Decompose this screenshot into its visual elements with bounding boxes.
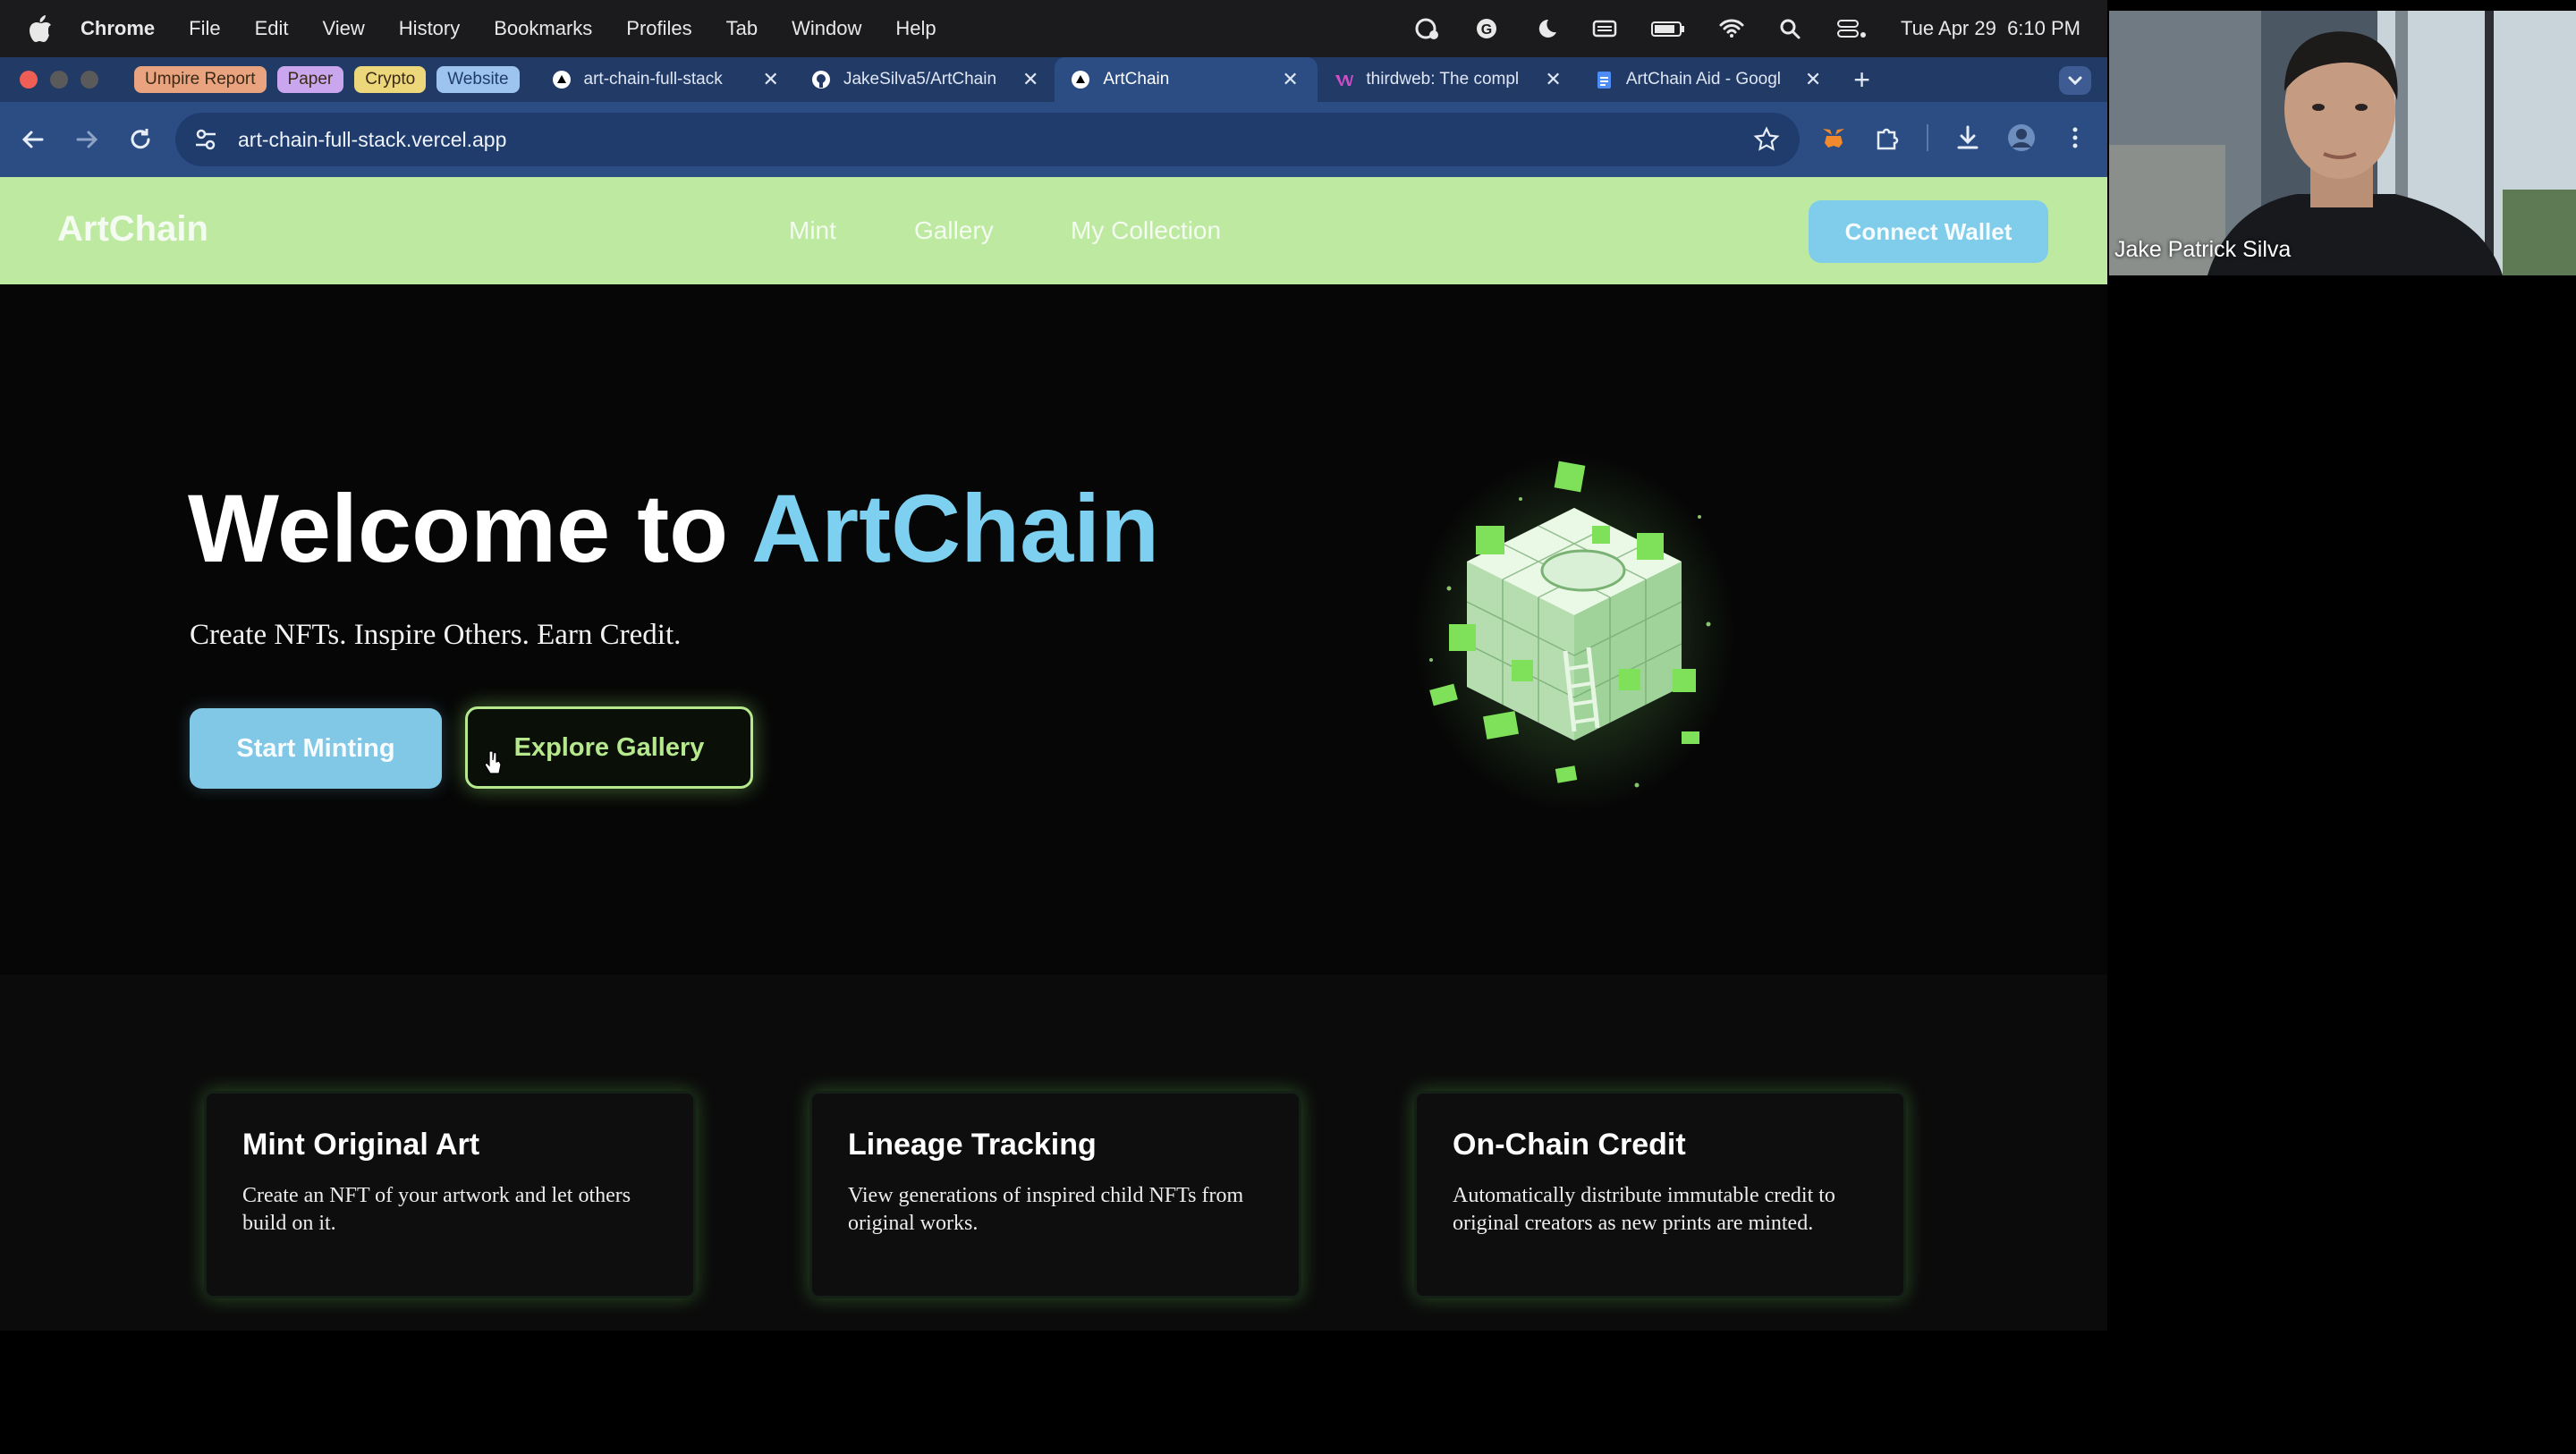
menu-edit[interactable]: Edit bbox=[255, 17, 289, 40]
tab-github-artchain[interactable]: JakeSilva5/ArtChain ✕ bbox=[795, 57, 1055, 102]
hero-title-accent: ArtChain bbox=[751, 474, 1160, 582]
participant-name-label: Jake Patrick Silva bbox=[2114, 237, 2292, 262]
feature-description: View generations of inspired child NFTs … bbox=[848, 1184, 1244, 1235]
vercel-icon bbox=[1072, 71, 1090, 89]
tab-title: ArtChain Aid - Googl bbox=[1625, 70, 1782, 89]
close-tab-icon[interactable]: ✕ bbox=[1545, 68, 1561, 91]
reload-icon[interactable] bbox=[127, 126, 154, 153]
metamask-extension-icon[interactable] bbox=[1819, 123, 1848, 152]
vercel-icon bbox=[552, 71, 571, 89]
explore-gallery-button[interactable]: Explore Gallery bbox=[465, 706, 753, 789]
feature-title: Mint Original Art bbox=[242, 1128, 480, 1162]
start-minting-button[interactable]: Start Minting bbox=[190, 708, 442, 789]
menu-view[interactable]: View bbox=[323, 17, 365, 40]
tab-title: art-chain-full-stack bbox=[583, 70, 723, 89]
google-docs-icon bbox=[1597, 72, 1611, 89]
feature-description: Create an NFT of your artwork and let ot… bbox=[242, 1184, 631, 1235]
menu-history[interactable]: History bbox=[399, 17, 460, 40]
svg-text:G: G bbox=[1481, 22, 1492, 38]
new-tab-icon[interactable]: + bbox=[1853, 63, 1870, 97]
toolbar-actions bbox=[1819, 123, 2089, 152]
control-center-icon[interactable] bbox=[1836, 17, 1868, 40]
tab-group-website[interactable]: Website bbox=[436, 66, 520, 93]
menu-profiles[interactable]: Profiles bbox=[626, 17, 691, 40]
back-arrow-icon[interactable] bbox=[20, 126, 47, 153]
chevron-down-icon bbox=[2068, 76, 2082, 86]
menu-help[interactable]: Help bbox=[895, 17, 936, 40]
profile-avatar[interactable] bbox=[2007, 123, 2036, 152]
tab-art-chain-full-stack[interactable]: art-chain-full-stack ✕ bbox=[536, 57, 795, 102]
tab-group-crypto[interactable]: Crypto bbox=[354, 66, 427, 93]
battery-icon[interactable] bbox=[1650, 17, 1686, 40]
wifi-icon[interactable] bbox=[1718, 17, 1745, 40]
video-call-tile: Jake Patrick Silva bbox=[2109, 11, 2576, 275]
macos-menu-bar: Chrome File Edit View History Bookmarks … bbox=[0, 0, 2107, 57]
apple-icon[interactable] bbox=[27, 13, 54, 44]
close-tab-icon[interactable]: ✕ bbox=[763, 68, 779, 91]
grammarly-icon[interactable]: G bbox=[1473, 17, 1500, 40]
menu-window[interactable]: Window bbox=[792, 17, 861, 40]
toolbar-divider bbox=[1927, 124, 1928, 151]
webpage-viewport: ArtChain Mint Gallery My Collection Conn… bbox=[0, 177, 2107, 1331]
menu-bookmarks[interactable]: Bookmarks bbox=[494, 17, 592, 40]
close-tab-icon[interactable]: ✕ bbox=[1022, 68, 1038, 91]
browser-tab-strip: Umpire Report Paper Crypto Website art-c… bbox=[0, 57, 2107, 102]
nav-link-my-collection[interactable]: My Collection bbox=[1071, 216, 1221, 245]
hero-subtitle: Create NFTs. Inspire Others. Earn Credit… bbox=[190, 619, 682, 651]
extensions-puzzle-icon[interactable] bbox=[1873, 123, 1902, 152]
github-icon bbox=[811, 71, 830, 89]
window-controls bbox=[0, 71, 134, 89]
feature-card-lineage: Lineage Tracking View generations of ins… bbox=[809, 1091, 1301, 1298]
hero-title-prefix: Welcome to bbox=[188, 474, 752, 582]
address-bar[interactable]: art-chain-full-stack.vercel.app bbox=[175, 113, 1800, 166]
hero-title: Welcome to ArtChain bbox=[188, 472, 1159, 584]
menu-app-name[interactable]: Chrome bbox=[80, 17, 155, 40]
more-options-icon[interactable] bbox=[2061, 123, 2089, 152]
thirdweb-icon bbox=[1335, 75, 1354, 86]
download-icon[interactable] bbox=[1953, 123, 1982, 152]
browser-toolbar: art-chain-full-stack.vercel.app bbox=[0, 102, 2107, 177]
nav-link-gallery[interactable]: Gallery bbox=[914, 216, 994, 245]
tab-group-umpire-report[interactable]: Umpire Report bbox=[134, 66, 267, 93]
url-text[interactable]: art-chain-full-stack.vercel.app bbox=[238, 128, 506, 152]
close-window-button[interactable] bbox=[20, 71, 38, 89]
spotlight-search-icon[interactable] bbox=[1777, 17, 1804, 40]
bookmark-star-icon[interactable] bbox=[1753, 126, 1780, 153]
menu-tab[interactable]: Tab bbox=[726, 17, 758, 40]
moon-icon[interactable] bbox=[1532, 17, 1559, 40]
tab-thirdweb[interactable]: thirdweb: The compl ✕ bbox=[1318, 57, 1577, 102]
features-section: Mint Original Art Create an NFT of your … bbox=[0, 975, 2107, 1331]
participant-video bbox=[2109, 11, 2576, 275]
site-settings-icon[interactable] bbox=[193, 127, 218, 152]
tab-title: thirdweb: The compl bbox=[1366, 70, 1520, 89]
menubar-clock[interactable]: Tue Apr 29 6:10 PM bbox=[1901, 17, 2080, 40]
feature-title: On-Chain Credit bbox=[1453, 1128, 1686, 1162]
feature-card-mint: Mint Original Art Create an NFT of your … bbox=[204, 1091, 696, 1298]
tab-group-paper[interactable]: Paper bbox=[276, 66, 344, 93]
nav-link-mint[interactable]: Mint bbox=[789, 216, 836, 245]
tab-artchain[interactable]: ArtChain ✕ bbox=[1055, 57, 1318, 102]
site-navbar: ArtChain Mint Gallery My Collection Conn… bbox=[0, 177, 2107, 284]
tab-title: ArtChain bbox=[1103, 70, 1170, 89]
site-logo[interactable]: ArtChain bbox=[57, 209, 208, 249]
mouse-cursor-icon bbox=[484, 750, 502, 774]
feature-card-credit: On-Chain Credit Automatically distribute… bbox=[1414, 1091, 1906, 1298]
close-tab-icon[interactable]: ✕ bbox=[1282, 68, 1298, 91]
keyboard-icon[interactable] bbox=[1591, 17, 1618, 40]
forward-arrow-icon[interactable] bbox=[73, 126, 100, 153]
feature-title: Lineage Tracking bbox=[848, 1128, 1097, 1162]
tab-google-doc[interactable]: ArtChain Aid - Googl ✕ bbox=[1578, 57, 1837, 102]
connect-wallet-button[interactable]: Connect Wallet bbox=[1809, 200, 2048, 263]
voxel-cube-illustration bbox=[1413, 454, 1735, 812]
close-tab-icon[interactable]: ✕ bbox=[1805, 68, 1821, 91]
tab-title: JakeSilva5/ArtChain bbox=[843, 70, 997, 89]
tab-search-dropdown[interactable] bbox=[2059, 66, 2091, 95]
feature-description: Automatically distribute immutable credi… bbox=[1453, 1184, 1835, 1235]
zoom-window-button[interactable] bbox=[80, 71, 98, 89]
minimize-window-button[interactable] bbox=[50, 71, 68, 89]
menu-file[interactable]: File bbox=[189, 17, 220, 40]
screen-record-icon[interactable] bbox=[1414, 17, 1441, 40]
